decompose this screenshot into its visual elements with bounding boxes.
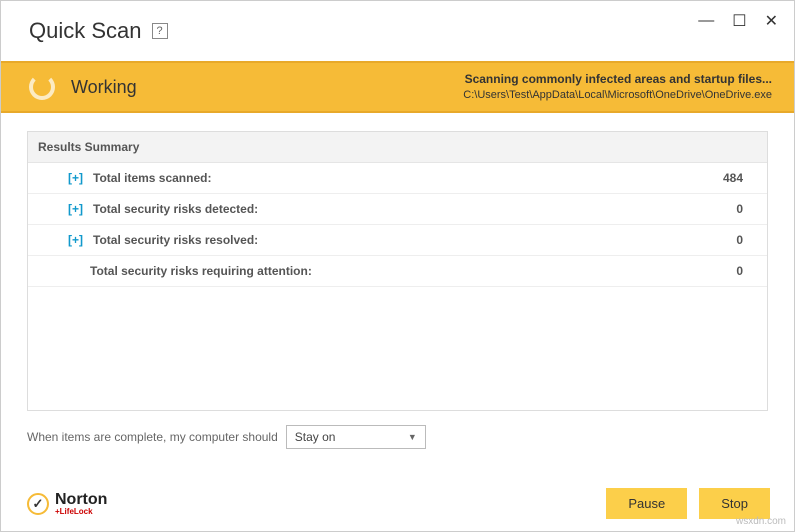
result-row-attention: Total security risks requiring attention… bbox=[28, 256, 767, 287]
spinner-icon bbox=[29, 74, 55, 100]
maximize-icon[interactable]: ☐ bbox=[732, 11, 746, 31]
results-summary-box: Results Summary [+] Total items scanned:… bbox=[27, 131, 768, 411]
status-bar: Working Scanning commonly infected areas… bbox=[1, 61, 794, 113]
expand-icon[interactable]: [+] bbox=[68, 171, 83, 185]
completion-dropdown[interactable]: Stay on ▼ bbox=[286, 425, 426, 449]
row-value: 0 bbox=[736, 264, 743, 278]
content-area: Results Summary [+] Total items scanned:… bbox=[1, 113, 794, 411]
titlebar-left: Quick Scan ? bbox=[29, 18, 168, 44]
row-value: 0 bbox=[736, 202, 743, 216]
footer: ✓ Norton +LifeLock Pause Stop bbox=[1, 488, 794, 519]
status-details: Scanning commonly infected areas and sta… bbox=[463, 71, 772, 103]
expand-icon[interactable]: [+] bbox=[68, 233, 83, 247]
status-line2: C:\Users\Test\AppData\Local\Microsoft\On… bbox=[463, 88, 772, 103]
help-icon[interactable]: ? bbox=[152, 23, 168, 39]
row-value: 484 bbox=[723, 171, 743, 185]
row-value: 0 bbox=[736, 233, 743, 247]
result-row-scanned: [+] Total items scanned: 484 bbox=[28, 163, 767, 194]
window-title: Quick Scan bbox=[29, 18, 142, 44]
result-row-resolved: [+] Total security risks resolved: 0 bbox=[28, 225, 767, 256]
norton-logo: ✓ Norton +LifeLock bbox=[27, 492, 107, 516]
row-label: Total security risks detected: bbox=[93, 202, 258, 216]
status-label: Working bbox=[71, 77, 137, 98]
watermark: wsxdn.com bbox=[736, 516, 786, 527]
dropdown-selected: Stay on bbox=[295, 430, 336, 444]
completion-action-row: When items are complete, my computer sho… bbox=[1, 411, 794, 449]
minimize-icon[interactable]: — bbox=[698, 12, 714, 30]
completion-prefix: When items are complete, my computer sho… bbox=[27, 430, 278, 444]
logo-sub: +LifeLock bbox=[55, 508, 107, 516]
stop-button[interactable]: Stop bbox=[699, 488, 770, 519]
row-label: Total security risks resolved: bbox=[93, 233, 258, 247]
check-icon: ✓ bbox=[27, 493, 49, 515]
logo-main: Norton bbox=[55, 492, 107, 508]
result-row-detected: [+] Total security risks detected: 0 bbox=[28, 194, 767, 225]
results-header: Results Summary bbox=[28, 132, 767, 163]
row-label: Total items scanned: bbox=[93, 171, 211, 185]
pause-button[interactable]: Pause bbox=[606, 488, 687, 519]
close-icon[interactable]: ✕ bbox=[765, 11, 778, 31]
window-controls: — ☐ ✕ bbox=[698, 11, 778, 31]
status-line1: Scanning commonly infected areas and sta… bbox=[463, 71, 772, 88]
footer-buttons: Pause Stop bbox=[606, 488, 770, 519]
expand-icon[interactable]: [+] bbox=[68, 202, 83, 216]
status-left: Working bbox=[29, 74, 137, 100]
titlebar: Quick Scan ? — ☐ ✕ bbox=[1, 1, 794, 61]
row-label: Total security risks requiring attention… bbox=[90, 264, 312, 278]
chevron-down-icon: ▼ bbox=[408, 432, 417, 442]
